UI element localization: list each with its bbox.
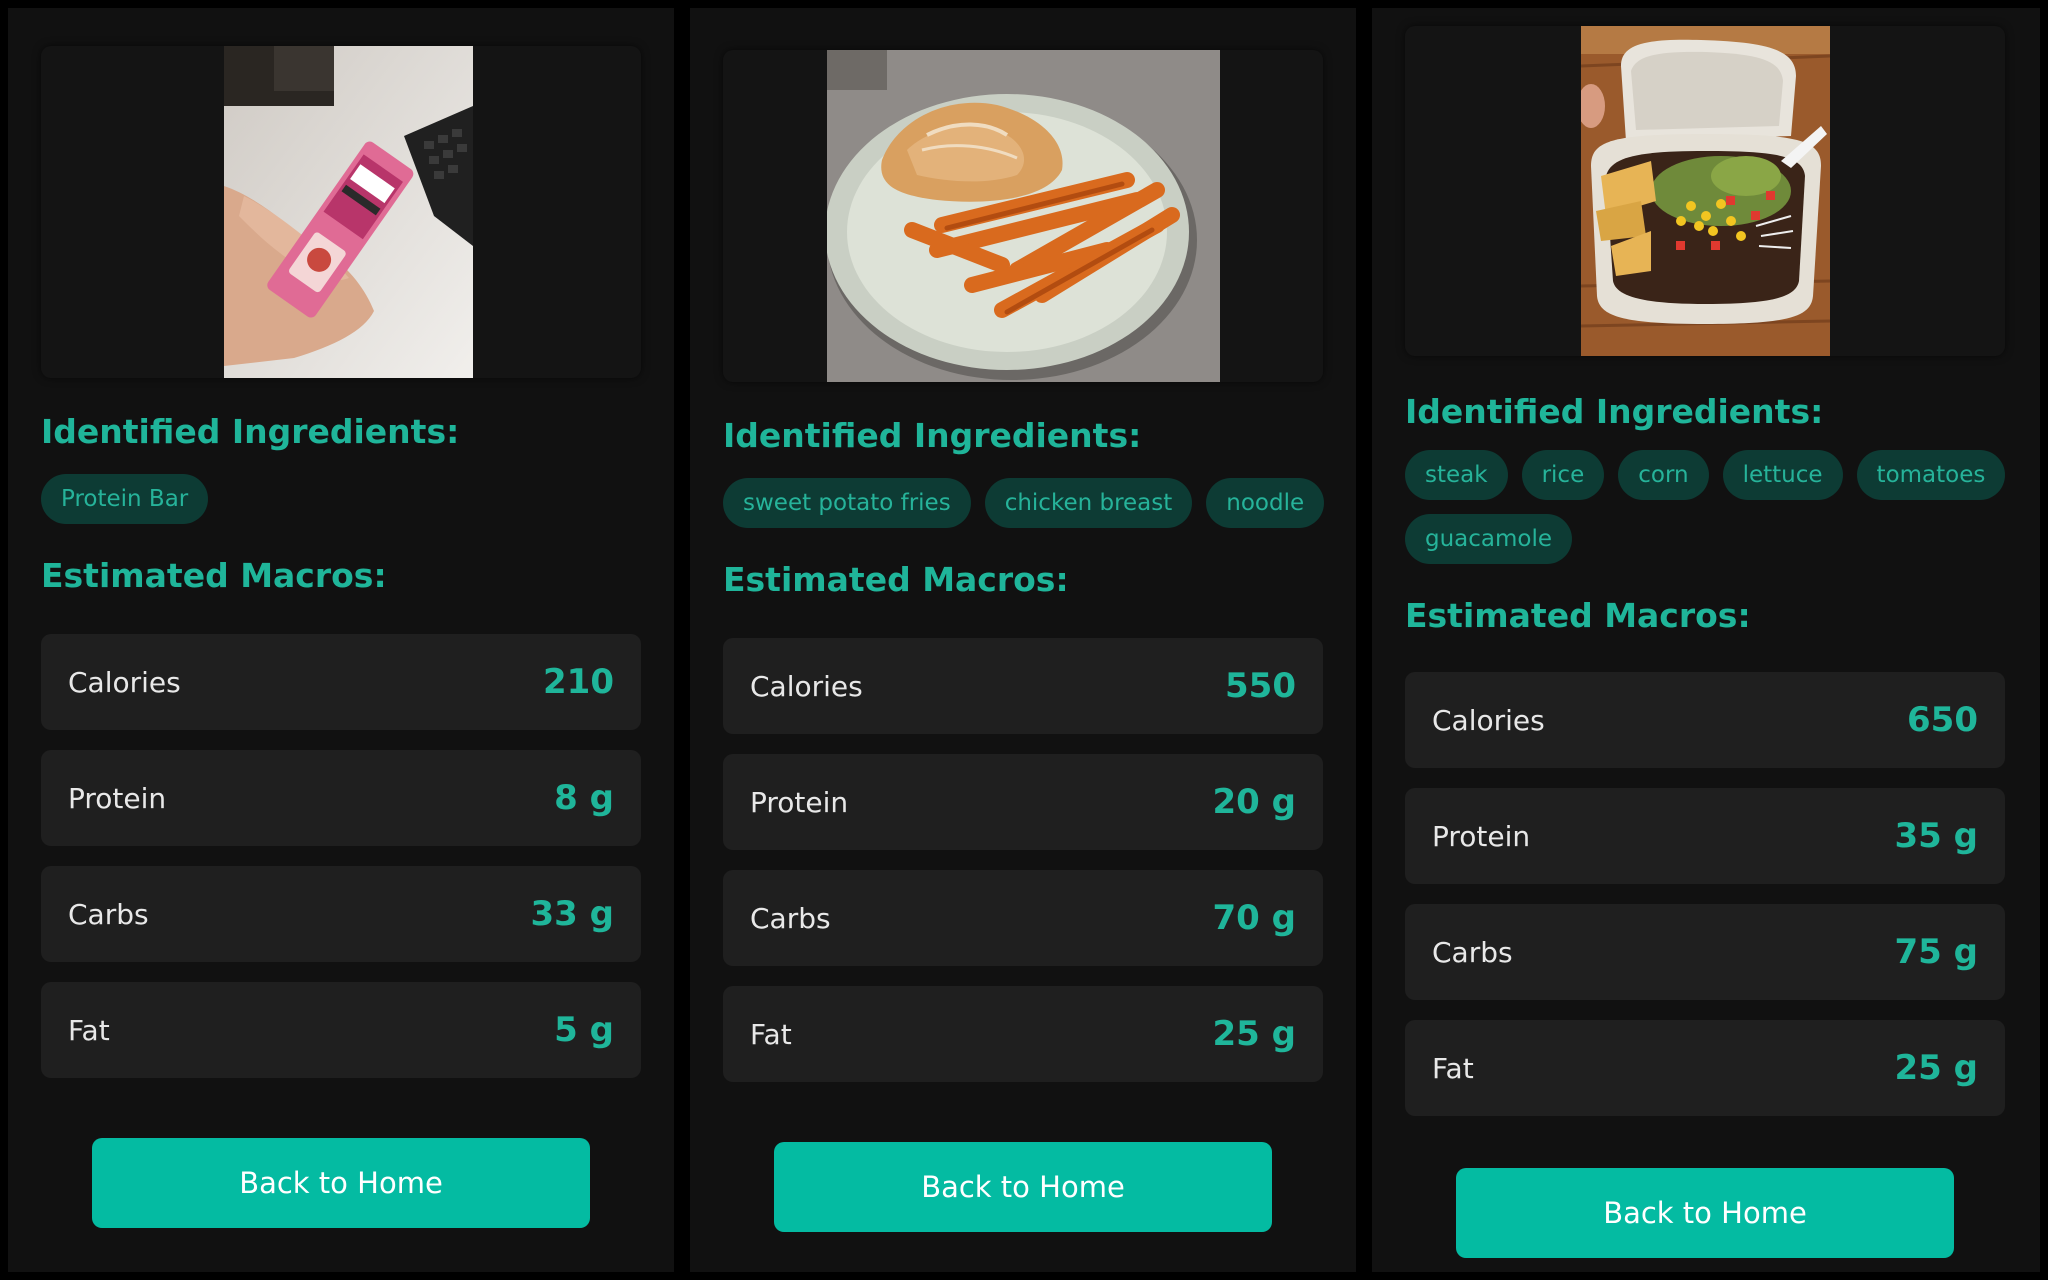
macros-list: Calories 650 Protein 35 g Carbs 75 g Fat… — [1405, 672, 2005, 1136]
macro-value: 25 g — [1212, 1014, 1297, 1054]
macro-label: Fat — [1432, 1051, 1474, 1085]
macro-value: 70 g — [1212, 898, 1297, 938]
macro-value: 5 g — [554, 1010, 614, 1050]
macro-value: 8 g — [554, 778, 614, 818]
ingredients-heading: Identified Ingredients: — [1405, 392, 1824, 431]
macro-label: Protein — [68, 781, 167, 815]
ingredient-chip: chicken breast — [984, 478, 1193, 528]
macro-label: Carbs — [1432, 935, 1513, 969]
ingredient-chips: sweet potato fries chicken breast noodle — [723, 478, 1333, 528]
macros-heading: Estimated Macros: — [723, 560, 1069, 599]
ingredients-heading: Identified Ingredients: — [723, 416, 1142, 455]
ingredients-heading: Identified Ingredients: — [41, 412, 460, 451]
back-to-home-button[interactable]: Back to Home — [774, 1142, 1272, 1232]
ingredient-chip: rice — [1521, 450, 1605, 500]
back-to-home-button[interactable]: Back to Home — [1456, 1168, 1954, 1258]
photo-frame — [41, 46, 641, 378]
macros-heading: Estimated Macros: — [1405, 596, 1751, 635]
macro-label: Calories — [68, 665, 181, 699]
macro-value: 33 g — [530, 894, 615, 934]
photo-frame — [1405, 26, 2005, 356]
macro-row-protein: Protein 20 g — [723, 754, 1323, 850]
macro-label: Fat — [68, 1013, 110, 1047]
macro-row-fat: Fat 25 g — [723, 986, 1323, 1082]
macro-row-calories: Calories 210 — [41, 634, 641, 730]
macro-row-carbs: Carbs 33 g — [41, 866, 641, 962]
burrito-bowl-photo — [1581, 26, 1830, 356]
macro-value: 25 g — [1894, 1048, 1979, 1088]
photo-frame — [723, 50, 1323, 382]
ingredient-chip: Protein Bar — [41, 474, 209, 524]
macro-label: Calories — [750, 669, 863, 703]
macros-list: Calories 550 Protein 20 g Carbs 70 g Fat… — [723, 638, 1323, 1102]
macro-row-calories: Calories 650 — [1405, 672, 2005, 768]
macro-row-carbs: Carbs 70 g — [723, 870, 1323, 966]
macro-value: 650 — [1907, 700, 1978, 740]
macro-row-carbs: Carbs 75 g — [1405, 904, 2005, 1000]
macro-row-protein: Protein 8 g — [41, 750, 641, 846]
macro-row-calories: Calories 550 — [723, 638, 1323, 734]
macro-value: 550 — [1225, 666, 1296, 706]
macro-label: Carbs — [750, 901, 831, 935]
macro-value: 35 g — [1894, 816, 1979, 856]
macros-heading: Estimated Macros: — [41, 556, 387, 595]
chicken-fries-plate-photo — [827, 50, 1220, 382]
macro-row-fat: Fat 25 g — [1405, 1020, 2005, 1116]
macro-row-protein: Protein 35 g — [1405, 788, 2005, 884]
macro-label: Carbs — [68, 897, 149, 931]
protein-bar-photo — [224, 46, 473, 378]
macro-label: Protein — [1432, 819, 1531, 853]
macro-label: Fat — [750, 1017, 792, 1051]
macro-label: Calories — [1432, 703, 1545, 737]
result-screen-3: Identified Ingredients: steak rice corn … — [1372, 8, 2040, 1272]
ingredient-chip: sweet potato fries — [723, 478, 971, 528]
macro-value: 210 — [543, 662, 614, 702]
back-to-home-button[interactable]: Back to Home — [92, 1138, 590, 1228]
ingredient-chips: Protein Bar — [41, 474, 651, 524]
ingredient-chips: steak rice corn lettuce tomatoes guacamo… — [1405, 450, 2015, 564]
result-screen-2: Identified Ingredients: sweet potato fri… — [690, 8, 1356, 1272]
macros-list: Calories 210 Protein 8 g Carbs 33 g Fat … — [41, 634, 641, 1098]
ingredient-chip: noodle — [1206, 478, 1325, 528]
macro-row-fat: Fat 5 g — [41, 982, 641, 1078]
macro-label: Protein — [750, 785, 849, 819]
macro-value: 20 g — [1212, 782, 1297, 822]
ingredient-chip: tomatoes — [1856, 450, 2006, 500]
ingredient-chip: lettuce — [1722, 450, 1843, 500]
result-screen-1: Identified Ingredients: Protein Bar Esti… — [8, 8, 674, 1272]
ingredient-chip: guacamole — [1405, 514, 1573, 564]
macro-value: 75 g — [1894, 932, 1979, 972]
ingredient-chip: steak — [1405, 450, 1508, 500]
ingredient-chip: corn — [1618, 450, 1709, 500]
